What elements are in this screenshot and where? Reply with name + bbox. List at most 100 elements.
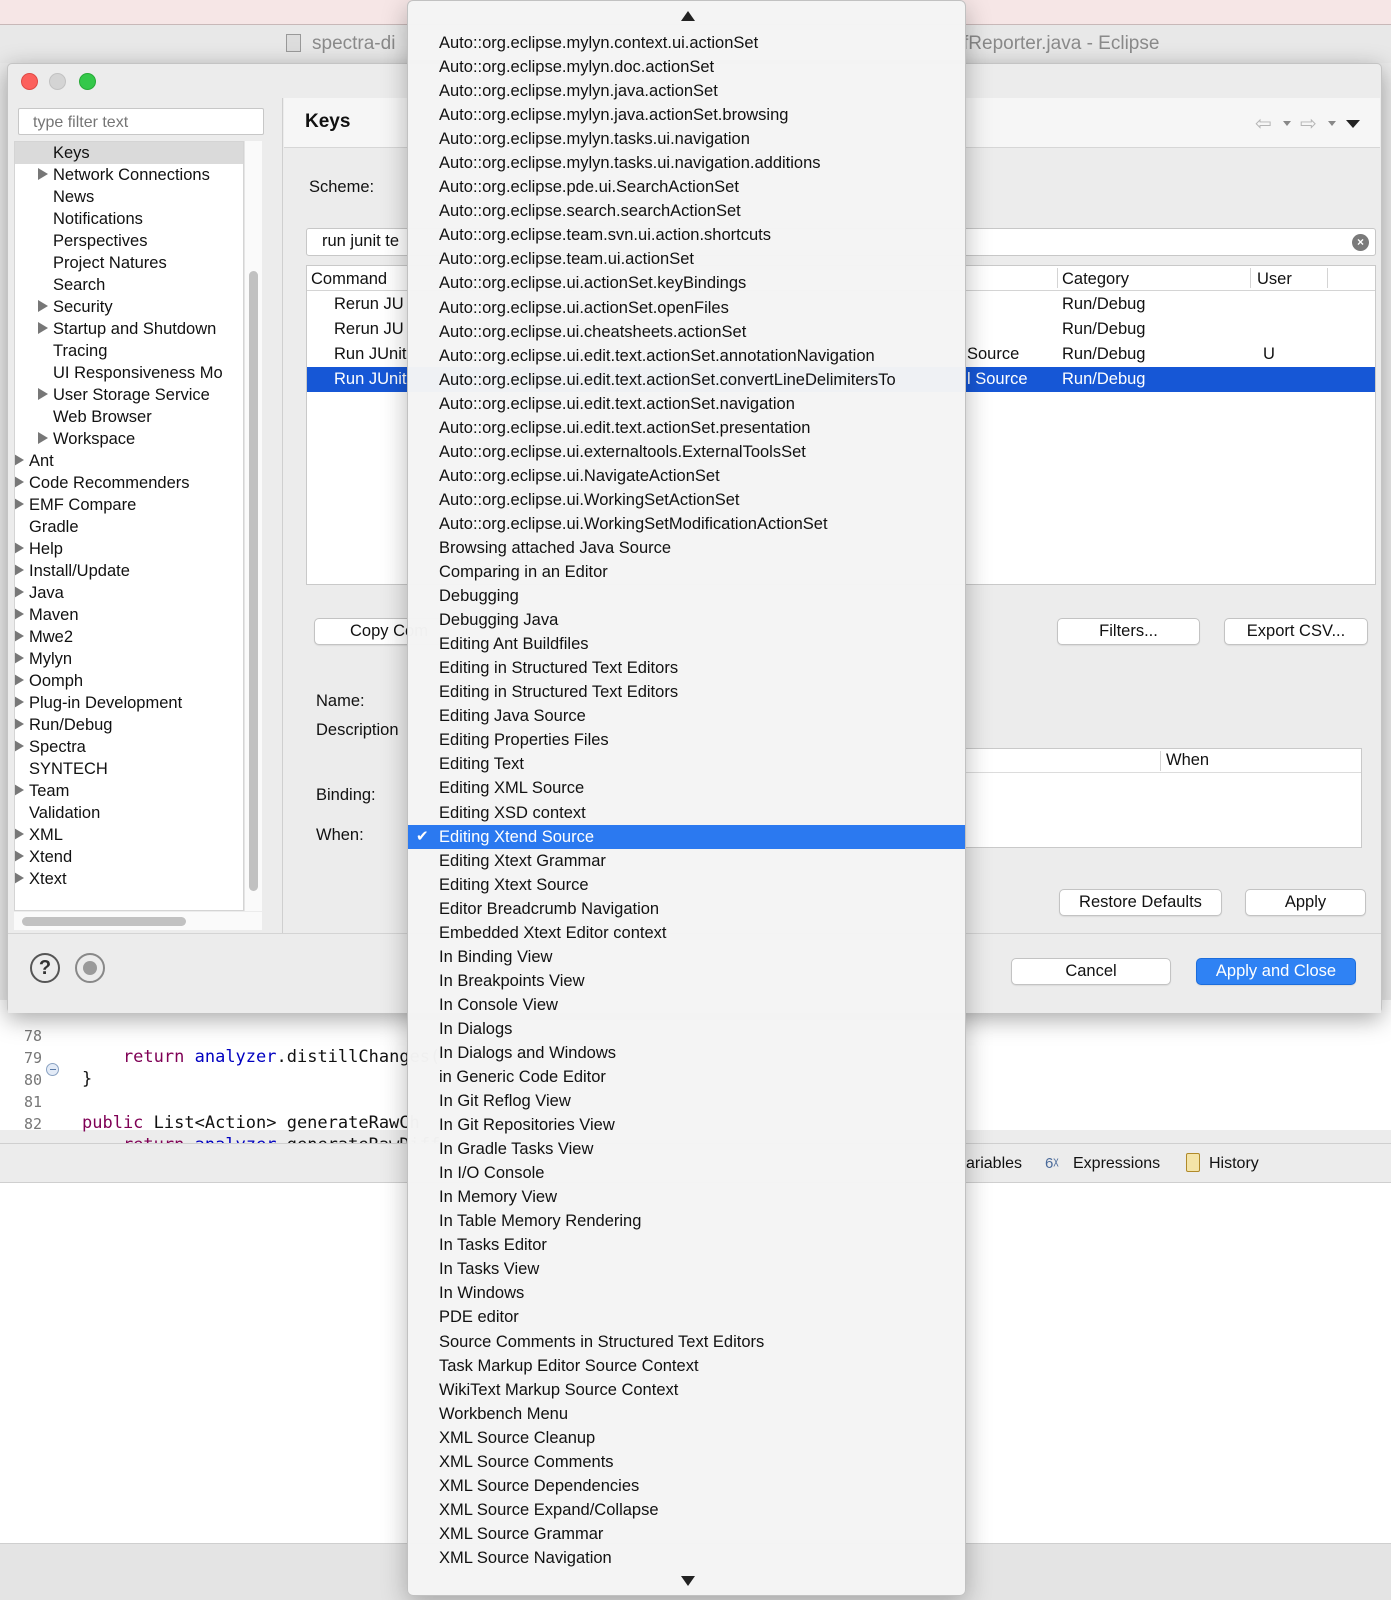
expand-arrow-icon[interactable] (15, 784, 24, 796)
tab-expressions[interactable]: Expressions (1073, 1155, 1160, 1173)
dropdown-item[interactable]: Editing Ant Buildfiles (408, 632, 965, 656)
dropdown-item[interactable]: in Generic Code Editor (408, 1065, 965, 1089)
tree-item[interactable]: UI Responsiveness Mo (15, 362, 243, 384)
dropdown-item[interactable]: In Table Memory Rendering (408, 1209, 965, 1233)
tree-item[interactable]: Perspectives (15, 230, 243, 252)
clear-search-icon[interactable]: × (1352, 234, 1369, 251)
dropdown-item[interactable]: Editing Text (408, 752, 965, 776)
tree-item[interactable]: Oomph (15, 670, 243, 692)
expand-arrow-icon[interactable] (15, 586, 24, 598)
dropdown-item[interactable]: Auto::org.eclipse.mylyn.context.ui.actio… (408, 31, 965, 55)
tree-vertical-scrollbar[interactable] (244, 141, 262, 911)
tree-item[interactable]: Tracing (15, 340, 243, 362)
dropdown-item[interactable]: In Dialogs (408, 1017, 965, 1041)
dropdown-item[interactable]: Auto::org.eclipse.ui.WorkingSetActionSet (408, 488, 965, 512)
close-window-button[interactable] (21, 73, 38, 90)
tree-item[interactable]: Spectra (15, 736, 243, 758)
dropdown-item[interactable]: PDE editor (408, 1305, 965, 1329)
view-menu-icon[interactable] (1346, 120, 1360, 128)
import-export-icon[interactable] (75, 953, 105, 983)
back-arrow-icon[interactable]: ⇦ (1255, 111, 1272, 136)
tree-item[interactable]: Mwe2 (15, 626, 243, 648)
filter-input[interactable] (18, 108, 264, 135)
dropdown-item[interactable]: Auto::org.eclipse.ui.actionSet.keyBindin… (408, 271, 965, 295)
preferences-tree[interactable]: Keys Network Connections News Notifications… (14, 141, 244, 911)
tree-item[interactable]: Security (15, 296, 243, 318)
forward-arrow-icon[interactable]: ⇨ (1300, 111, 1317, 136)
dropdown-item[interactable]: Auto::org.eclipse.mylyn.tasks.ui.navigat… (408, 151, 965, 175)
scroll-down-arrow-icon[interactable] (681, 1576, 695, 1586)
dropdown-item[interactable]: Editor Breadcrumb Navigation (408, 897, 965, 921)
expand-arrow-icon[interactable] (15, 542, 24, 554)
dropdown-item[interactable]: Auto::org.eclipse.ui.NavigateActionSet (408, 464, 965, 488)
expand-arrow-icon[interactable] (15, 696, 24, 708)
expand-arrow-icon[interactable] (38, 300, 48, 312)
dropdown-item[interactable]: Editing in Structured Text Editors (408, 656, 965, 680)
dropdown-item[interactable]: Editing Properties Files (408, 728, 965, 752)
tree-item[interactable]: Keys (15, 142, 243, 164)
expand-arrow-icon[interactable] (15, 608, 24, 620)
expand-arrow-icon[interactable] (15, 828, 24, 840)
dropdown-item[interactable]: XML Source Grammar (408, 1522, 965, 1546)
expand-arrow-icon[interactable] (15, 630, 24, 642)
column-category[interactable]: Category (1062, 270, 1129, 289)
expand-arrow-icon[interactable] (15, 740, 24, 752)
minimize-window-button[interactable] (49, 73, 66, 90)
dropdown-item[interactable]: In Memory View (408, 1185, 965, 1209)
zoom-window-button[interactable] (79, 73, 96, 90)
tree-item[interactable]: Ant (15, 450, 243, 472)
tree-item[interactable]: Validation (15, 802, 243, 824)
column-command[interactable]: Command (311, 270, 387, 289)
dropdown-item[interactable]: Editing XML Source (408, 776, 965, 800)
conflicts-table[interactable]: When (962, 748, 1362, 848)
chevron-down-icon[interactable] (1283, 121, 1291, 126)
tab-variables[interactable]: ariables (966, 1155, 1022, 1173)
dropdown-item[interactable]: Auto::org.eclipse.ui.edit.text.actionSet… (408, 368, 965, 392)
apply-and-close-button[interactable]: Apply and Close (1196, 958, 1356, 985)
scroll-thumb[interactable] (249, 271, 258, 891)
dropdown-item[interactable]: Auto::org.eclipse.mylyn.doc.actionSet (408, 55, 965, 79)
tree-item[interactable]: Search (15, 274, 243, 296)
dropdown-item[interactable]: Editing Xtext Source (408, 873, 965, 897)
dropdown-item[interactable]: Auto::org.eclipse.search.searchActionSet (408, 199, 965, 223)
export-csv-button[interactable]: Export CSV... (1224, 618, 1368, 645)
tree-item[interactable]: SYNTECH (15, 758, 243, 780)
dropdown-item[interactable]: Auto::org.eclipse.mylyn.java.actionSet.b… (408, 103, 965, 127)
tree-item[interactable]: Mylyn (15, 648, 243, 670)
tree-item[interactable]: Java (15, 582, 243, 604)
dropdown-item[interactable]: Debugging Java (408, 608, 965, 632)
expand-arrow-icon[interactable] (38, 388, 48, 400)
expand-arrow-icon[interactable] (15, 718, 24, 730)
dropdown-item[interactable]: Debugging (408, 584, 965, 608)
dropdown-item[interactable]: Source Comments in Structured Text Edito… (408, 1330, 965, 1354)
column-user[interactable]: User (1257, 270, 1292, 289)
expand-arrow-icon[interactable] (38, 322, 48, 334)
dropdown-item[interactable]: Task Markup Editor Source Context (408, 1354, 965, 1378)
dropdown-item[interactable]: WikiText Markup Source Context (408, 1378, 965, 1402)
dropdown-item[interactable]: Editing Xtext Grammar (408, 849, 965, 873)
dropdown-item[interactable]: In Git Reflog View (408, 1089, 965, 1113)
tree-item[interactable]: Xtext (15, 868, 243, 890)
tree-item[interactable]: Maven (15, 604, 243, 626)
dropdown-item[interactable]: Auto::org.eclipse.ui.edit.text.actionSet… (408, 344, 965, 368)
tree-item[interactable]: Help (15, 538, 243, 560)
tab-history[interactable]: History (1209, 1155, 1259, 1173)
tree-item[interactable]: Run/Debug (15, 714, 243, 736)
expand-arrow-icon[interactable] (38, 432, 48, 444)
expand-arrow-icon[interactable] (15, 652, 24, 664)
sash-divider[interactable] (282, 98, 283, 933)
dropdown-item[interactable]: Editing in Structured Text Editors (408, 680, 965, 704)
apply-button[interactable]: Apply (1245, 889, 1366, 916)
dropdown-item[interactable]: Auto::org.eclipse.pde.ui.SearchActionSet (408, 175, 965, 199)
tree-item[interactable]: Code Recommenders (15, 472, 243, 494)
dropdown-item[interactable]: Editing Java Source (408, 704, 965, 728)
expand-arrow-icon[interactable] (15, 564, 24, 576)
dropdown-item[interactable]: In Dialogs and Windows (408, 1041, 965, 1065)
dropdown-item[interactable]: Auto::org.eclipse.ui.edit.text.actionSet… (408, 392, 965, 416)
scroll-up-arrow-icon[interactable] (681, 11, 695, 21)
tree-item[interactable]: User Storage Service (15, 384, 243, 406)
tree-item[interactable]: News (15, 186, 243, 208)
dropdown-item[interactable]: Auto::org.eclipse.team.ui.actionSet (408, 247, 965, 271)
dropdown-item[interactable]: In Tasks Editor (408, 1233, 965, 1257)
dropdown-item[interactable]: Auto::org.eclipse.mylyn.tasks.ui.navigat… (408, 127, 965, 151)
